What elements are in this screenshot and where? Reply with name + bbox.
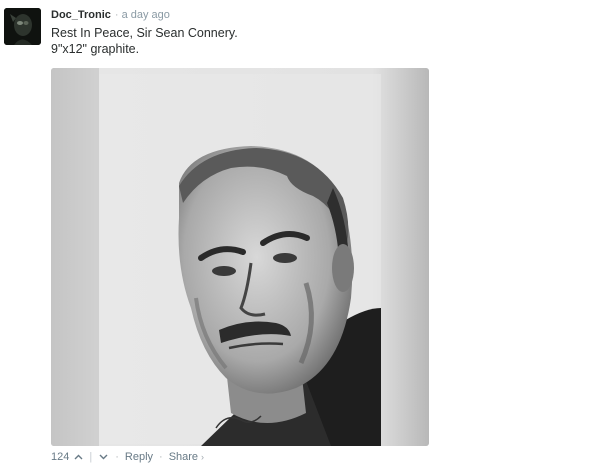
share-arrow-icon: › <box>201 452 205 462</box>
comment-header: Doc_Tronic · a day ago <box>51 8 170 22</box>
vote-count: 124 <box>51 451 70 463</box>
share-button[interactable]: Share <box>169 450 198 464</box>
comment-body: Rest In Peace, Sir Sean Connery. 9"x12" … <box>51 25 238 57</box>
timestamp-link[interactable]: a day ago <box>122 9 170 21</box>
author-name[interactable]: Doc_Tronic <box>51 9 111 21</box>
chevron-down-icon <box>99 454 108 460</box>
reply-button[interactable]: Reply <box>125 450 153 464</box>
comment-line-2: 9"x12" graphite. <box>51 42 140 56</box>
avatar-image <box>4 8 41 45</box>
comment-footer: 124 | · Reply · Share › <box>51 450 204 464</box>
footer-bullet-1: · <box>115 451 119 463</box>
meta-separator: · <box>114 9 119 21</box>
chevron-up-icon <box>74 454 83 460</box>
comment-line-1: Rest In Peace, Sir Sean Connery. <box>51 26 238 40</box>
vote-divider: | <box>89 451 93 463</box>
upvote-button[interactable] <box>72 451 84 463</box>
footer-bullet-2: · <box>159 451 163 463</box>
portrait-drawing <box>51 68 429 446</box>
downvote-button[interactable] <box>97 451 109 463</box>
avatar[interactable] <box>4 8 41 45</box>
comment-image[interactable] <box>51 68 429 446</box>
